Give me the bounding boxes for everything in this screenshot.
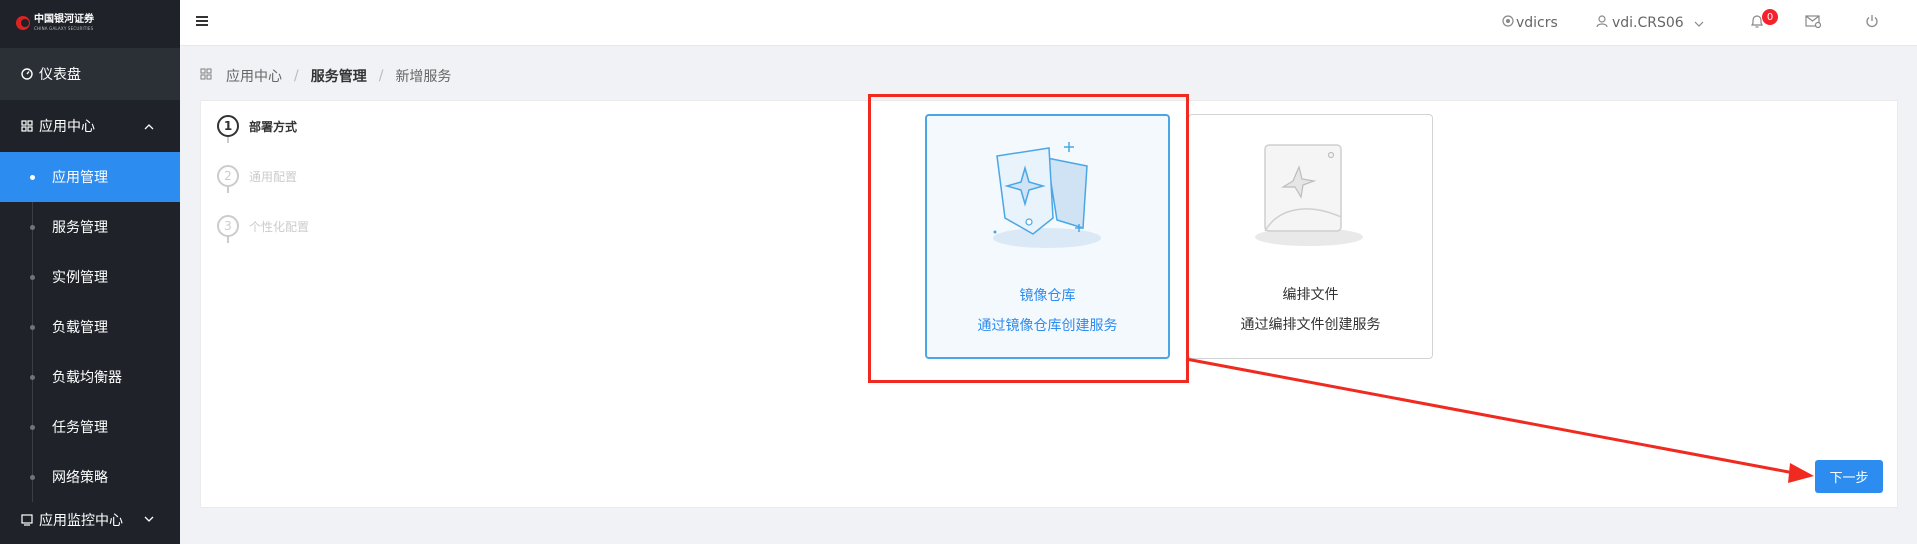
- annotation-highlight-box: [868, 94, 1189, 383]
- bullet-dot-icon: [30, 424, 35, 430]
- menu-toggle-icon[interactable]: [196, 16, 208, 26]
- sidebar-item-label: 应用管理: [52, 170, 108, 186]
- sidebar-item-network-policy[interactable]: 网络策略: [0, 452, 180, 502]
- sidebar-item-label: 实例管理: [52, 270, 108, 286]
- logo-mark-icon: [16, 16, 30, 30]
- sidebar-item-label: 应用监控中心: [39, 513, 123, 529]
- step-label: 通用配置: [249, 169, 298, 184]
- breadcrumb-separator: /: [294, 68, 299, 84]
- power-icon: [1865, 14, 1879, 32]
- sidebar-item-app-management[interactable]: 应用管理: [0, 152, 180, 202]
- logout-button[interactable]: [1865, 0, 1879, 46]
- bullet-dot-icon: [30, 474, 35, 480]
- monitor-icon: [20, 513, 34, 527]
- grid-icon: [20, 119, 34, 133]
- sidebar-item-service-management[interactable]: 服务管理: [0, 202, 180, 252]
- user-name: vdi.CRS06: [1612, 15, 1684, 31]
- option-compose-file[interactable]: 编排文件 通过编排文件创建服务: [1188, 114, 1433, 359]
- option-title: 编排文件: [1282, 287, 1339, 303]
- mail-icon: [1805, 14, 1822, 32]
- app-center-submenu: 应用管理 服务管理 实例管理 负载管理 负载均衡器 任务管理 网络策略: [0, 152, 180, 502]
- breadcrumb-app-center[interactable]: 应用中心: [226, 66, 282, 86]
- chevron-down-icon: [1694, 15, 1704, 31]
- sidebar-item-label: 任务管理: [52, 420, 108, 436]
- bullet-dot-icon: [30, 374, 35, 380]
- option-description: 通过编排文件创建服务: [1240, 317, 1381, 333]
- sidebar-item-task-management[interactable]: 任务管理: [0, 402, 180, 452]
- breadcrumb: 应用中心 / 服务管理 / 新增服务: [200, 66, 451, 86]
- next-step-button[interactable]: 下一步: [1815, 460, 1883, 493]
- user-menu[interactable]: vdi.CRS06: [1596, 0, 1704, 46]
- notification-button[interactable]: 0: [1750, 0, 1778, 46]
- step-label: 个性化配置: [249, 219, 310, 234]
- sidebar-item-dashboard[interactable]: 仪表盘: [0, 48, 180, 100]
- sidebar-item-label: 负载均衡器: [52, 370, 122, 386]
- step-number: 1: [217, 115, 239, 137]
- step-label: 部署方式: [249, 119, 298, 134]
- step-custom-config: 3 个性化配置: [217, 215, 309, 237]
- sidebar-item-label: 仪表盘: [39, 67, 81, 83]
- brand-logo: 中国银河证券 CHINA GALAXY SECURITIES: [0, 0, 180, 46]
- bullet-dot-icon: [30, 274, 35, 280]
- sidebar-item-workload-management[interactable]: 负载管理: [0, 302, 180, 352]
- bullet-dot-icon: [30, 224, 35, 230]
- breadcrumb-grid-icon: [200, 68, 212, 84]
- logo-name-en: CHINA GALAXY SECURITIES: [34, 26, 94, 31]
- tenant-name: vdicrs: [1516, 15, 1558, 31]
- tenant-icon: [1502, 15, 1514, 31]
- sidebar-item-label: 应用中心: [39, 119, 95, 135]
- step-number: 3: [217, 215, 239, 237]
- breadcrumb-separator: /: [378, 68, 384, 84]
- compose-file-illustration-icon: [1255, 144, 1363, 246]
- breadcrumb-new-service: 新增服务: [395, 69, 452, 85]
- step-general-config: 2 通用配置: [217, 165, 297, 187]
- message-button[interactable]: [1805, 0, 1822, 46]
- step-number: 2: [217, 165, 239, 187]
- top-header: vdicrs vdi.CRS06 0: [180, 0, 1917, 46]
- sidebar-item-label: 负载管理: [52, 320, 108, 336]
- sidebar: 中国银河证券 CHINA GALAXY SECURITIES 仪表盘 应用中心 …: [0, 0, 180, 544]
- breadcrumb-service-management[interactable]: 服务管理: [311, 66, 367, 86]
- bullet-dot-icon: [30, 174, 35, 180]
- chevron-up-icon: [144, 118, 154, 134]
- chevron-down-icon: [144, 510, 154, 526]
- step-deploy-method: 1 部署方式: [217, 115, 297, 137]
- sidebar-group-app-center[interactable]: 应用中心: [0, 100, 180, 152]
- sidebar-item-label: 网络策略: [52, 470, 108, 486]
- notification-badge: 0: [1762, 9, 1778, 25]
- logo-name-cn: 中国银河证券: [34, 14, 94, 25]
- sidebar-item-load-balancer[interactable]: 负载均衡器: [0, 352, 180, 402]
- user-icon: [1596, 14, 1608, 32]
- sidebar-group-monitor-center[interactable]: 应用监控中心: [0, 502, 180, 542]
- sidebar-item-label: 服务管理: [52, 220, 108, 236]
- tenant-selector[interactable]: vdicrs: [1502, 0, 1558, 46]
- dashboard-icon: [20, 67, 34, 81]
- bullet-dot-icon: [30, 324, 35, 330]
- sidebar-item-instance-management[interactable]: 实例管理: [0, 252, 180, 302]
